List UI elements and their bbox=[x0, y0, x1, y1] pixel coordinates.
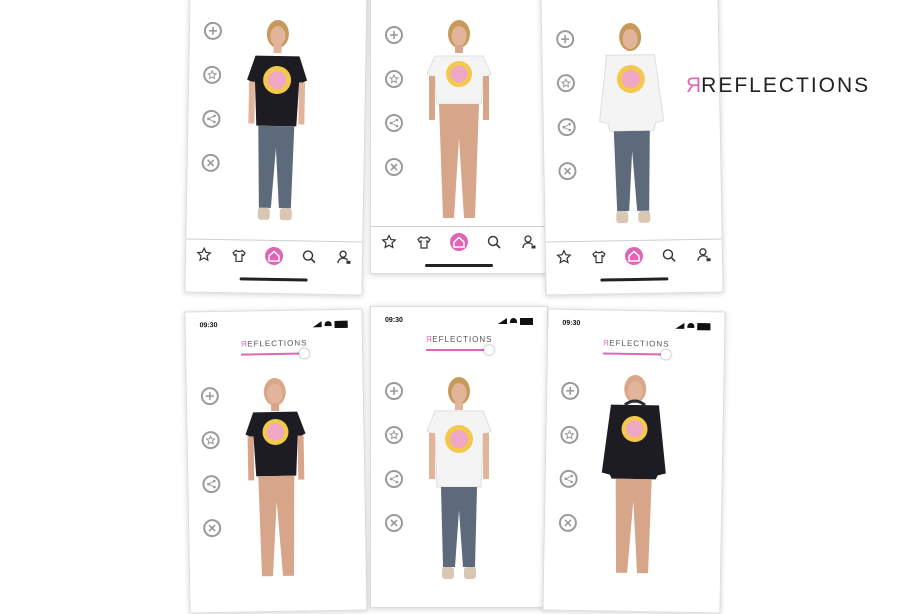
side-actions bbox=[558, 381, 587, 558]
tab-search-icon[interactable] bbox=[660, 246, 678, 264]
tab-bar bbox=[185, 238, 363, 273]
tab-bar bbox=[371, 226, 547, 257]
tab-wardrobe-icon[interactable] bbox=[590, 247, 608, 265]
side-actions bbox=[201, 21, 230, 198]
share-button[interactable] bbox=[202, 474, 221, 494]
close-button[interactable] bbox=[201, 153, 220, 173]
tab-search-icon[interactable] bbox=[300, 247, 318, 265]
favorite-button[interactable] bbox=[201, 430, 220, 450]
tab-wardrobe-icon[interactable] bbox=[230, 246, 248, 264]
tab-profile-icon[interactable] bbox=[520, 233, 538, 251]
model-photo bbox=[247, 20, 308, 221]
size-slider[interactable] bbox=[602, 349, 671, 360]
tab-wardrobe-icon[interactable] bbox=[415, 233, 433, 251]
favorite-button[interactable] bbox=[556, 73, 576, 93]
signal-icon bbox=[498, 318, 507, 324]
model-photo bbox=[599, 23, 665, 224]
favorite-button[interactable] bbox=[203, 65, 222, 85]
tab-bar bbox=[545, 238, 723, 273]
phone-screen-5: 09:30 REFLECTIONS bbox=[370, 306, 548, 608]
add-button[interactable] bbox=[203, 21, 223, 41]
slider-knob[interactable] bbox=[660, 349, 671, 360]
app-logo: REFLECTIONS bbox=[425, 335, 493, 344]
signal-icon bbox=[675, 322, 685, 329]
status-time: 09:30 bbox=[199, 322, 218, 330]
tab-profile-icon[interactable] bbox=[335, 248, 353, 266]
wifi-icon bbox=[324, 321, 332, 327]
model-avatar bbox=[426, 20, 492, 218]
favorite-button[interactable] bbox=[385, 426, 403, 444]
app-logo: REFLECTIONS bbox=[240, 338, 308, 349]
tab-favorites-icon[interactable] bbox=[554, 248, 572, 266]
add-button[interactable] bbox=[200, 386, 220, 406]
signal-icon bbox=[312, 321, 322, 328]
add-button[interactable] bbox=[385, 26, 403, 44]
close-button[interactable] bbox=[558, 513, 578, 533]
brand-logo: RREFLECTIONS bbox=[684, 74, 871, 97]
tab-home-icon[interactable] bbox=[264, 246, 284, 266]
home-indicator bbox=[425, 264, 493, 267]
tab-home-icon[interactable] bbox=[624, 246, 644, 266]
phone-screen-4: 09:30 REFLECTIONS bbox=[184, 308, 368, 614]
side-actions bbox=[385, 26, 411, 202]
model-photo bbox=[426, 377, 492, 579]
side-actions bbox=[200, 386, 230, 563]
tab-profile-icon[interactable] bbox=[695, 246, 713, 264]
size-slider[interactable] bbox=[426, 345, 494, 355]
favorite-button[interactable] bbox=[560, 425, 579, 445]
side-actions bbox=[556, 29, 585, 206]
wifi-icon bbox=[510, 318, 517, 323]
phone-screen-3 bbox=[540, 0, 724, 296]
app-logo: REFLECTIONS bbox=[602, 338, 670, 349]
phone-screen-6: 09:30 REFLECTIONS bbox=[542, 308, 726, 614]
slider-knob[interactable] bbox=[484, 345, 494, 355]
tab-search-icon[interactable] bbox=[485, 233, 503, 251]
add-button[interactable] bbox=[561, 381, 580, 401]
side-actions bbox=[385, 382, 411, 558]
close-button[interactable] bbox=[203, 518, 222, 538]
status-bar: 09:30 bbox=[200, 320, 348, 335]
favorite-button[interactable] bbox=[385, 70, 403, 88]
close-button[interactable] bbox=[385, 158, 403, 176]
add-button[interactable] bbox=[556, 29, 575, 49]
slider-knob[interactable] bbox=[299, 348, 310, 359]
home-indicator bbox=[239, 277, 308, 282]
status-time: 09:30 bbox=[562, 319, 581, 328]
tab-favorites-icon[interactable] bbox=[194, 246, 212, 264]
battery-icon bbox=[520, 318, 533, 325]
phone-screen-1 bbox=[184, 0, 368, 296]
add-button[interactable] bbox=[385, 382, 403, 400]
size-slider[interactable] bbox=[241, 348, 310, 359]
battery-icon bbox=[334, 320, 348, 328]
close-button[interactable] bbox=[558, 161, 577, 181]
model-avatar bbox=[245, 378, 306, 577]
home-indicator bbox=[600, 277, 669, 282]
tab-home-icon[interactable] bbox=[449, 233, 468, 251]
status-bar: 09:30 bbox=[562, 319, 711, 335]
battery-icon bbox=[697, 323, 711, 331]
share-button[interactable] bbox=[202, 109, 221, 129]
wifi-icon bbox=[687, 322, 695, 329]
share-button[interactable] bbox=[559, 469, 578, 489]
share-button[interactable] bbox=[385, 470, 403, 488]
share-button[interactable] bbox=[557, 117, 576, 137]
phone-screen-2 bbox=[370, 0, 548, 274]
close-button[interactable] bbox=[385, 514, 403, 532]
tab-favorites-icon[interactable] bbox=[380, 233, 398, 251]
share-button[interactable] bbox=[385, 114, 403, 132]
status-time: 09:30 bbox=[385, 317, 403, 324]
status-bar: 09:30 bbox=[385, 317, 533, 329]
model-avatar bbox=[601, 375, 666, 574]
